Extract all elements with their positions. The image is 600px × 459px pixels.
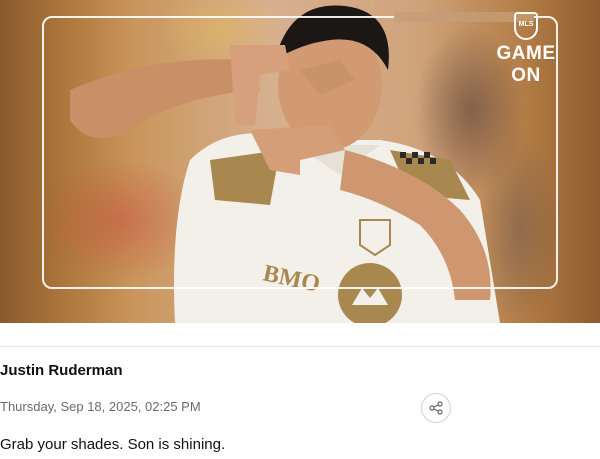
share-icon [429,401,443,415]
post-caption: Grab your shades. Son is shining. [0,436,226,453]
game-on-logo: MLS GAME ON [480,12,572,86]
share-button[interactable] [421,393,451,423]
author-name[interactable]: Justin Ruderman [0,362,123,379]
hero-image: BMO MLS GAME ON [0,0,600,323]
post-timestamp: Thursday, Sep 18, 2025, 02:25 PM [0,399,201,414]
game-on-line2: ON [511,65,541,86]
game-on-line1: GAME [496,43,556,64]
divider [0,346,600,347]
mls-badge: MLS [514,12,538,40]
